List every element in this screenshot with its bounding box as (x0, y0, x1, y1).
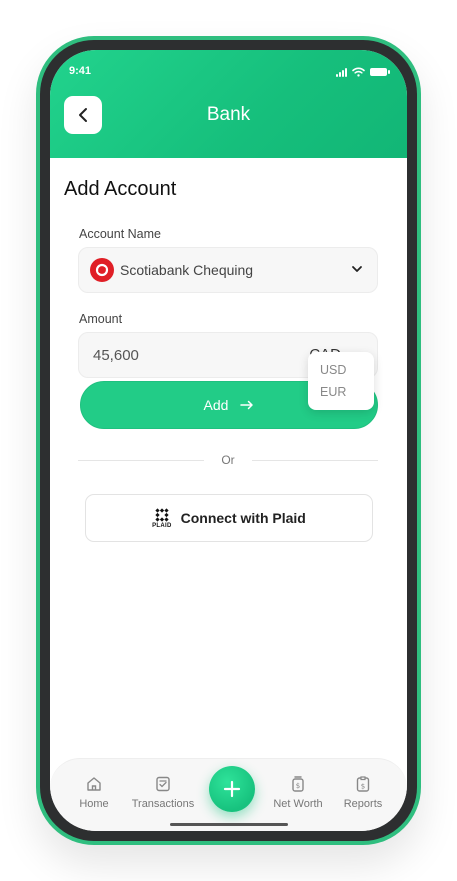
phone-frame: 9:41 Bank Add Account Account Name Scoti… (36, 36, 421, 845)
account-name-value: Scotiabank Chequing (120, 262, 254, 278)
signal-icon (336, 67, 347, 77)
divider-line (78, 459, 205, 461)
currency-option-usd[interactable]: USD (308, 361, 374, 383)
net-worth-icon: $ (292, 776, 304, 792)
svg-text:$: $ (296, 782, 300, 790)
currency-option-eur[interactable]: EUR (308, 383, 374, 405)
header-title: Bank (206, 104, 251, 125)
plaid-logo: PLAID (152, 507, 172, 529)
or-divider: Or (78, 452, 378, 468)
scotiabank-logo-icon (90, 258, 114, 282)
or-text: Or (221, 453, 235, 467)
tab-label: Transactions (131, 798, 195, 810)
add-button-label: Add (203, 397, 229, 413)
app-screen: 9:41 Bank Add Account Account Name Scoti… (50, 50, 407, 831)
tab-transactions[interactable]: Transactions (123, 775, 203, 810)
app-header: 9:41 Bank (50, 50, 407, 158)
plaid-icon (155, 507, 169, 522)
svg-text:$: $ (361, 783, 365, 791)
status-time: 9:41 (69, 65, 92, 77)
page-title: Add Account (64, 178, 177, 200)
tab-reports[interactable]: $ Reports (323, 775, 403, 810)
transactions-icon (156, 776, 170, 792)
connect-plaid-label: Connect with Plaid (180, 510, 306, 526)
battery-icon (370, 68, 390, 76)
amount-input[interactable]: 45,600 (93, 347, 139, 364)
status-icons (336, 67, 390, 77)
connect-plaid-button[interactable]: PLAID Connect with Plaid (85, 494, 373, 542)
reports-icon: $ (356, 776, 370, 792)
home-icon (87, 777, 101, 791)
plus-icon (223, 780, 241, 798)
currency-dropdown: USD EUR (308, 352, 374, 410)
home-indicator[interactable] (170, 823, 288, 826)
add-transaction-fab[interactable] (209, 766, 255, 812)
chevron-down-icon[interactable] (351, 263, 363, 275)
wifi-icon (352, 67, 365, 77)
plaid-logo-word: PLAID (152, 522, 172, 529)
divider-line (251, 459, 378, 461)
amount-label: Amount (79, 312, 123, 326)
arrow-right-icon (240, 400, 254, 410)
tab-home[interactable]: Home (54, 775, 134, 810)
tab-label: Reports (343, 798, 383, 810)
tab-label: Home (79, 798, 109, 810)
account-name-label: Account Name (79, 227, 161, 241)
account-name-select[interactable]: Scotiabank Chequing (78, 247, 378, 293)
